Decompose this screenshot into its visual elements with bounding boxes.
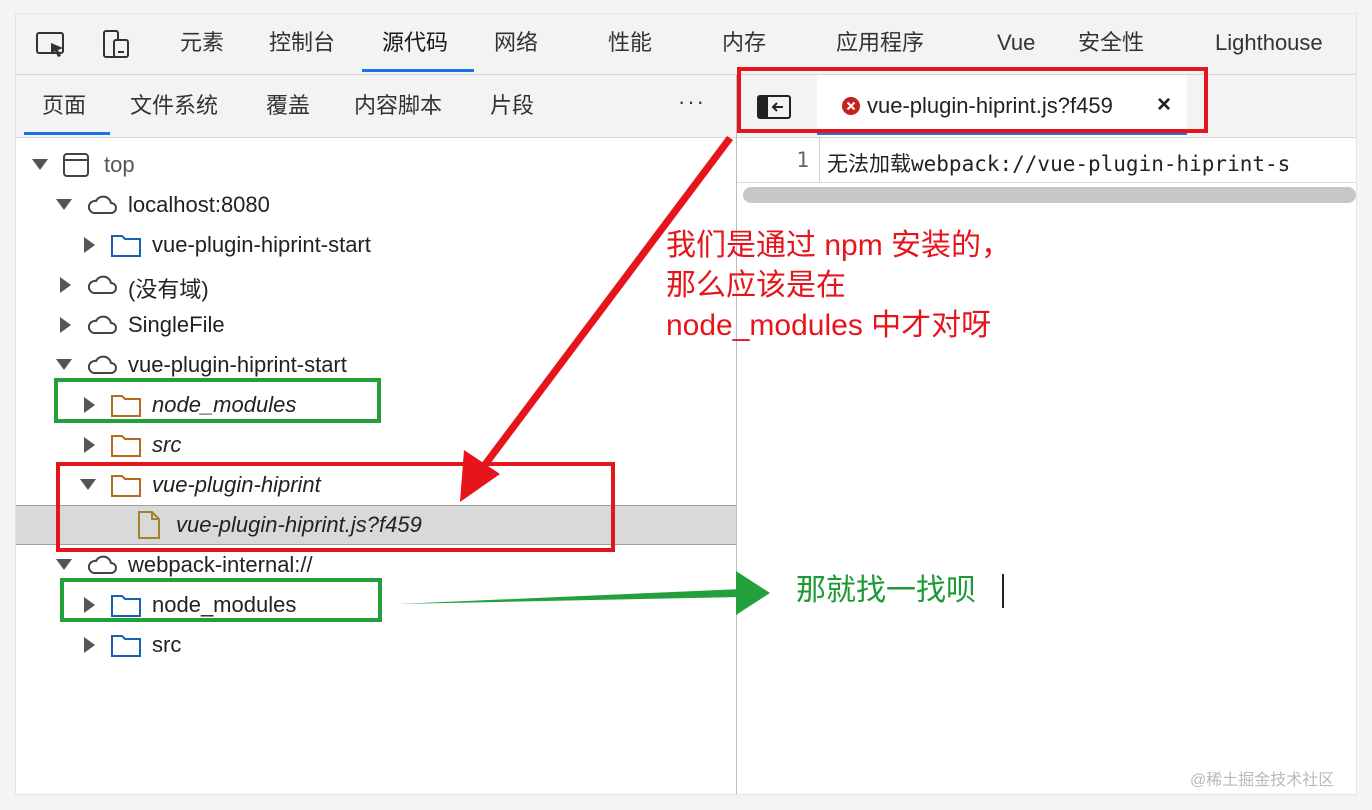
- red-annotation-note: 我们是通过 npm 安装的， 那么应该是在 node_modules 中才对呀: [666, 226, 1011, 346]
- note-line: node_modules 中才对呀: [666, 309, 992, 342]
- watermark: @稀土掘金技术社区: [1190, 772, 1335, 789]
- green-arrow-shaft: [398, 589, 742, 604]
- note-line: 我们是通过 npm 安装的，: [666, 229, 1012, 262]
- text-cursor: [1002, 574, 1004, 608]
- green-annotation-note: 那就找一找呗: [796, 574, 976, 607]
- note-line: 那么应该是在: [666, 269, 846, 302]
- annotation-arrows: [398, 136, 770, 615]
- green-arrow-head: [736, 571, 770, 615]
